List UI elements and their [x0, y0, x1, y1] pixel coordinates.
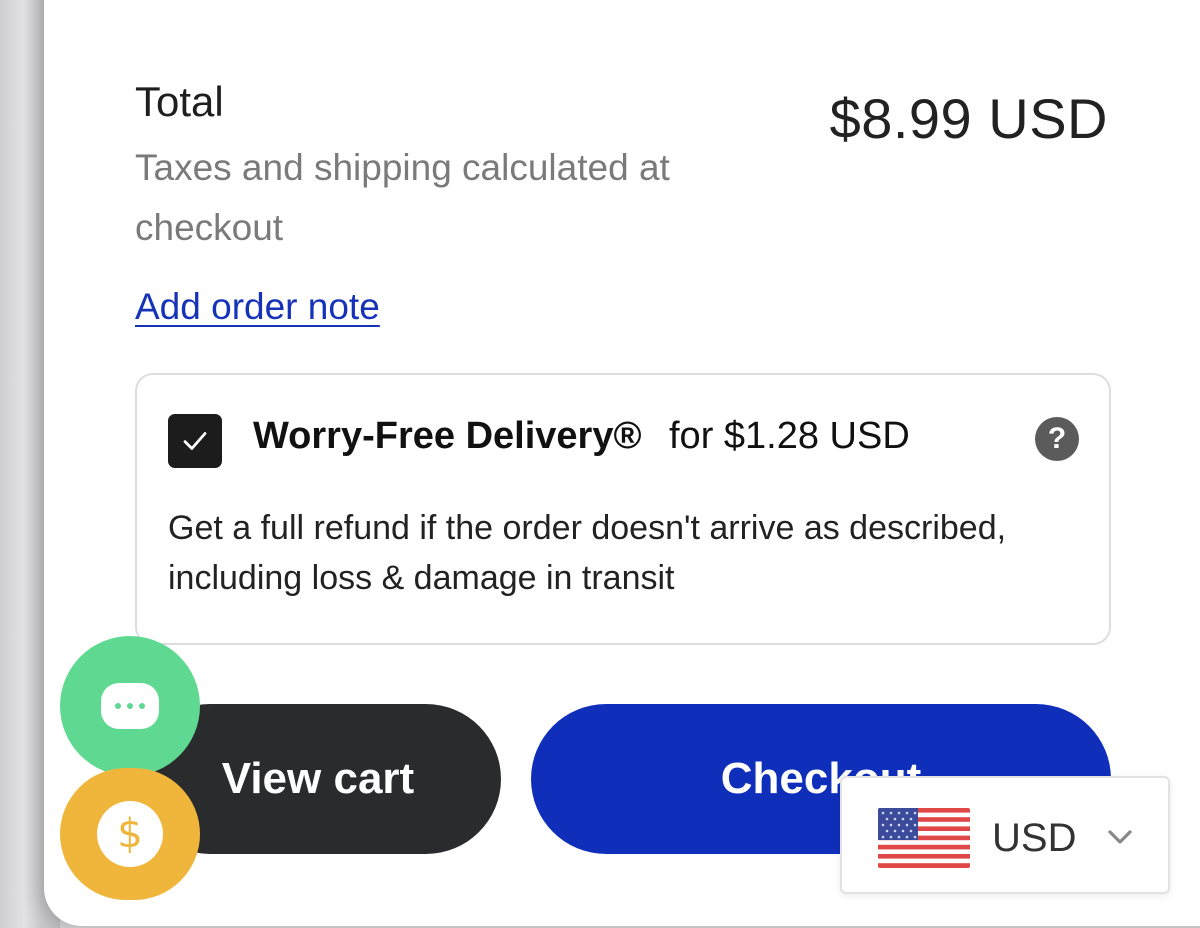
total-amount: $8.99 USD	[829, 87, 1108, 150]
question-circle-icon[interactable]: ?	[1035, 417, 1079, 461]
view-cart-label: View cart	[221, 754, 415, 803]
dollar-icon: $	[97, 801, 163, 867]
currency-code: USD	[992, 816, 1077, 860]
currency-button[interactable]: $	[60, 768, 200, 900]
chat-button[interactable]	[60, 636, 200, 776]
add-order-note-link[interactable]: Add order note	[135, 286, 380, 328]
worry-free-checkbox[interactable]	[168, 414, 222, 468]
worry-free-description: Get a full refund if the order doesn't a…	[168, 509, 1007, 597]
chat-bubble-icon	[101, 683, 159, 729]
chevron-down-icon	[1108, 830, 1132, 844]
worry-free-title: Worry-Free Delivery®	[253, 415, 642, 457]
us-flag-icon	[878, 808, 970, 868]
taxes-note: Taxes and shipping calculated at checkou…	[135, 147, 670, 248]
checkmark-icon	[183, 432, 207, 450]
worry-free-delivery-card: Worry-Free Delivery® for $1.28 USD ? Get…	[135, 373, 1111, 645]
worry-free-price: for $1.28 USD	[669, 415, 910, 457]
currency-selector[interactable]: USD	[840, 776, 1170, 894]
total-label: Total	[135, 78, 224, 125]
